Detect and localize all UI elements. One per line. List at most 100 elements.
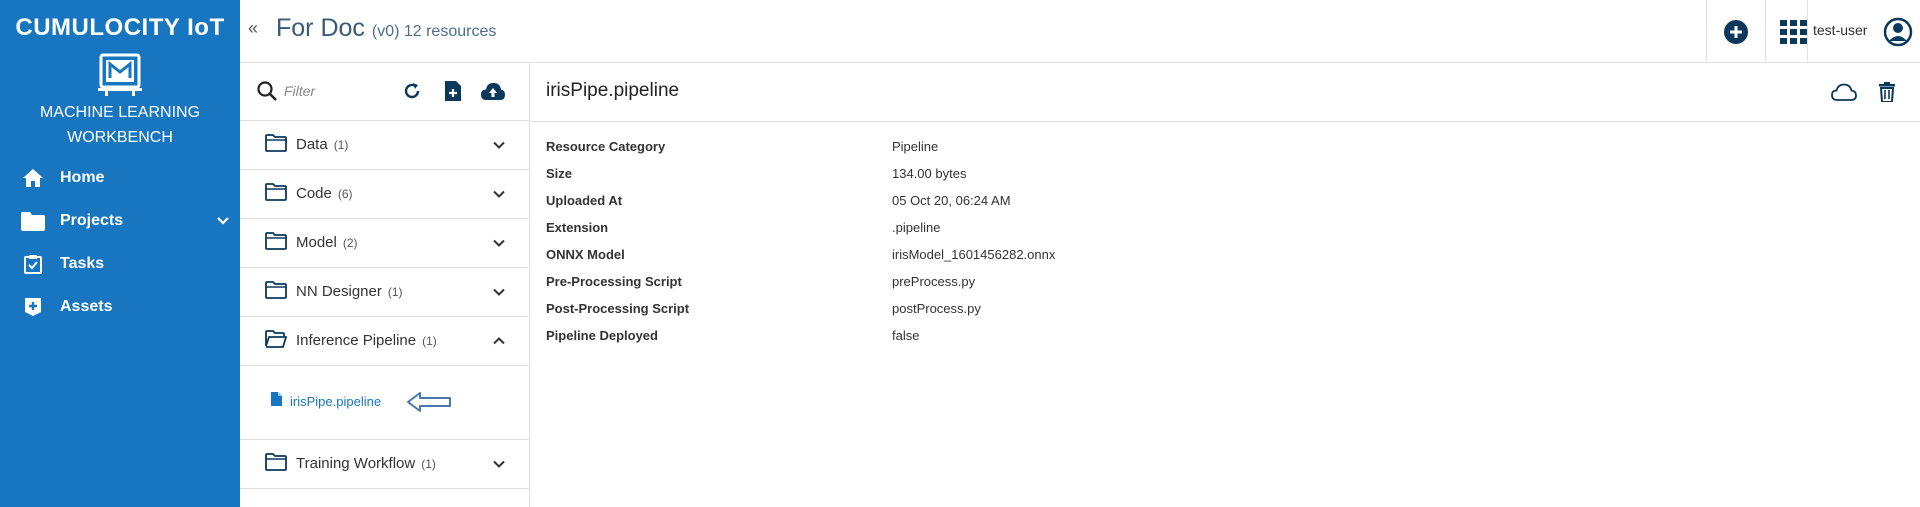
nav-item-assets[interactable]: Assets bbox=[0, 287, 240, 327]
chevron-down-icon bbox=[492, 187, 506, 201]
project-name: For Doc bbox=[276, 14, 365, 42]
folder-outline-icon bbox=[265, 232, 287, 250]
resource-toolbar bbox=[240, 63, 530, 121]
property-value: false bbox=[892, 328, 920, 343]
upload-button[interactable] bbox=[479, 79, 507, 103]
collapse-sidebar-button[interactable]: « bbox=[248, 18, 258, 39]
chevron-down-icon bbox=[492, 285, 506, 299]
property-row: Size 134.00 bytes bbox=[546, 166, 1846, 188]
folder-label: Model bbox=[296, 234, 337, 251]
property-row: Resource Category Pipeline bbox=[546, 139, 1846, 161]
header-divider bbox=[1807, 0, 1808, 63]
property-row: ONNX Model irisModel_1601456282.onnx bbox=[546, 247, 1846, 269]
folder-label: Inference Pipeline bbox=[296, 332, 417, 349]
property-value: 05 Oct 20, 06:24 AM bbox=[892, 193, 1011, 208]
folder-count: (2) bbox=[342, 236, 358, 250]
folder-count: (1) bbox=[387, 285, 403, 299]
detail-header: irisPipe.pipeline bbox=[531, 63, 1920, 122]
brand-title: CUMULOCITY IoT bbox=[15, 14, 225, 41]
home-icon bbox=[20, 165, 46, 191]
folder-label: Code bbox=[296, 185, 332, 202]
page-title: For Doc (v0) 12 resources bbox=[276, 14, 496, 43]
folder-label: Data bbox=[296, 136, 328, 153]
cloud-icon bbox=[1831, 83, 1857, 101]
resource-panel: Data(1) Code(6) Model(2) NN Designer(1) … bbox=[240, 63, 530, 507]
property-key: Resource Category bbox=[546, 139, 666, 154]
chevron-down-icon bbox=[492, 236, 506, 250]
user-avatar-button[interactable] bbox=[1882, 16, 1914, 48]
app-name: MACHINE LEARNING WORKBENCH bbox=[39, 104, 201, 146]
asset-plus-icon bbox=[20, 294, 46, 320]
refresh-icon bbox=[404, 83, 420, 99]
folder-count: (1) bbox=[422, 334, 437, 348]
property-key: Pipeline Deployed bbox=[546, 328, 658, 343]
nav-item-label: Tasks bbox=[60, 255, 105, 272]
nav-item-label: Assets bbox=[60, 298, 113, 315]
chevron-down-icon bbox=[492, 457, 506, 471]
property-key: ONNX Model bbox=[546, 247, 625, 262]
header-divider bbox=[1706, 0, 1707, 63]
chevron-down-icon[interactable] bbox=[216, 213, 232, 229]
property-value: preProcess.py bbox=[892, 274, 976, 289]
user-name[interactable]: test-user bbox=[1813, 22, 1867, 38]
grid-icon bbox=[1780, 20, 1807, 44]
file-label: irisPipe.pipeline bbox=[290, 394, 382, 409]
folder-count: (1) bbox=[421, 457, 436, 471]
app-switcher-button[interactable] bbox=[1778, 16, 1810, 48]
refresh-button[interactable] bbox=[400, 79, 424, 103]
folder-open-icon bbox=[265, 330, 288, 348]
chevron-down-icon bbox=[492, 138, 506, 152]
folder-icon bbox=[20, 208, 46, 234]
deploy-cloud-button[interactable] bbox=[1831, 80, 1857, 104]
folder-row-data[interactable]: Data (1) bbox=[240, 121, 530, 170]
add-button[interactable] bbox=[1720, 16, 1752, 48]
new-file-button[interactable] bbox=[441, 79, 465, 103]
folder-row-inference-pipeline[interactable]: Inference Pipeline (1) bbox=[240, 317, 530, 366]
property-key: Extension bbox=[546, 220, 609, 235]
nav-item-label: Home bbox=[60, 169, 105, 186]
cloud-upload-icon bbox=[481, 83, 505, 100]
property-row: Post-Processing Script postProcess.py bbox=[546, 301, 1846, 323]
property-key: Pre-Processing Script bbox=[546, 274, 682, 289]
delete-button[interactable] bbox=[1874, 80, 1900, 104]
top-header: « For Doc (v0) 12 resources test-user bbox=[240, 0, 1920, 63]
nav-item-tasks[interactable]: Tasks bbox=[0, 244, 240, 284]
property-value: irisModel_1601456282.onnx bbox=[892, 247, 1056, 262]
header-divider bbox=[1765, 0, 1766, 63]
property-row: Extension .pipeline bbox=[546, 220, 1846, 242]
property-value: .pipeline bbox=[892, 220, 941, 235]
folder-count: (1) bbox=[333, 138, 349, 152]
detail-title: irisPipe.pipeline bbox=[546, 80, 680, 101]
folder-row-model[interactable]: Model (2) bbox=[240, 219, 530, 268]
detail-panel: irisPipe.pipeline Resource Category Pipe… bbox=[531, 63, 1920, 507]
ml-workbench-logo-icon bbox=[96, 52, 144, 96]
property-value: Pipeline bbox=[892, 139, 939, 154]
property-key: Uploaded At bbox=[546, 193, 623, 208]
chevron-up-icon bbox=[492, 334, 506, 348]
sidebar: CUMULOCITY IoT MACHINE LEARNING WORKBENC… bbox=[0, 0, 240, 507]
nav-item-projects[interactable]: Projects bbox=[0, 201, 240, 241]
folder-row-training-workflow[interactable]: Training Workflow (1) bbox=[240, 440, 530, 489]
property-row: Pipeline Deployed false bbox=[546, 328, 1846, 350]
folder-label: NN Designer bbox=[296, 283, 382, 300]
filter-input[interactable] bbox=[284, 80, 384, 102]
property-row: Uploaded At 05 Oct 20, 06:24 AM bbox=[546, 193, 1846, 215]
arrow-left-icon bbox=[406, 390, 452, 414]
folder-outline-icon bbox=[265, 281, 287, 299]
folder-row-nn-designer[interactable]: NN Designer (1) bbox=[240, 268, 530, 317]
file-item-irispipe-pipeline[interactable]: irisPipe.pipeline bbox=[271, 392, 381, 411]
property-row: Pre-Processing Script preProcess.py bbox=[546, 274, 1846, 296]
property-value: postProcess.py bbox=[892, 301, 981, 316]
folder-row-code[interactable]: Code (6) bbox=[240, 170, 530, 219]
folder-outline-icon bbox=[265, 134, 287, 152]
search-icon bbox=[256, 80, 278, 102]
property-key: Post-Processing Script bbox=[546, 301, 690, 316]
property-key: Size bbox=[546, 166, 573, 181]
file-icon bbox=[271, 392, 282, 411]
nav-item-label: Projects bbox=[60, 212, 124, 229]
nav-item-home[interactable]: Home bbox=[0, 158, 240, 198]
plus-circle-icon bbox=[1724, 20, 1748, 44]
folder-outline-icon bbox=[265, 183, 287, 201]
folder-outline-icon bbox=[265, 453, 287, 471]
folder-count: (6) bbox=[337, 187, 353, 201]
